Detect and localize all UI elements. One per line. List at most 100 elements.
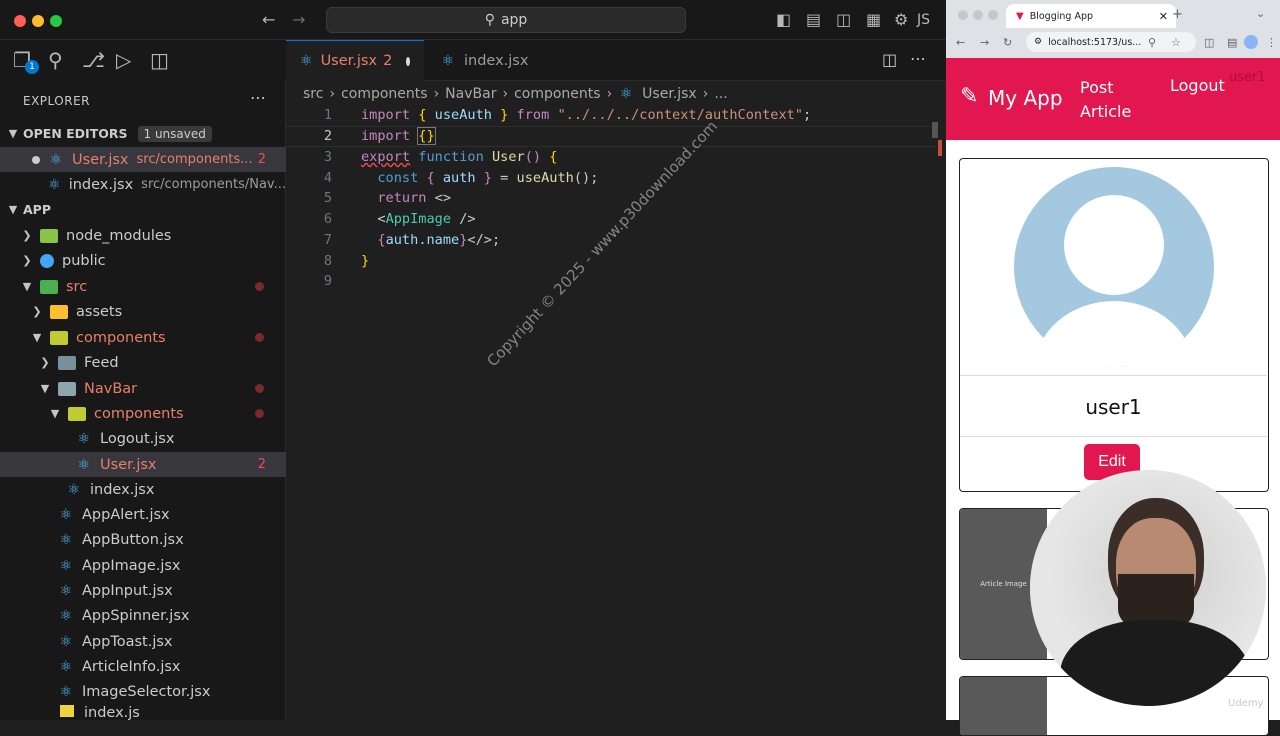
folder-header[interactable]: ▼ APP	[0, 197, 286, 222]
tree-item-src[interactable]: ▼ src	[0, 274, 286, 299]
profile-avatar[interactable]	[1244, 35, 1258, 49]
toggle-sidebar-icon[interactable]: ◧	[776, 10, 791, 29]
tree-item-user[interactable]: ⚛ User.jsx 2	[0, 452, 286, 477]
toggle-secondary-sidebar-icon[interactable]: ◫	[836, 10, 851, 29]
tree-item-index-js[interactable]: index.js	[0, 705, 286, 720]
tree-item-public[interactable]: ❯ public	[0, 248, 286, 273]
split-editor-icon[interactable]: ◫	[882, 50, 897, 69]
code-token: auth	[442, 170, 476, 186]
search-icon[interactable]: ⚲	[48, 48, 63, 72]
tree-item-appspinner[interactable]: ⚛ AppSpinner.jsx	[0, 603, 286, 628]
zoom-icon[interactable]: ⚲	[1148, 36, 1156, 49]
more-actions-icon[interactable]: ⋯	[250, 88, 266, 107]
tree-item-feed[interactable]: ❯ Feed	[0, 350, 286, 375]
favicon-icon: ▼	[1016, 10, 1024, 22]
tree-item-assets[interactable]: ❯ assets	[0, 299, 286, 324]
user-link[interactable]: user1	[1229, 70, 1266, 85]
gear-icon[interactable]: ⚙	[894, 10, 908, 29]
tree-item-appinput[interactable]: ⚛ AppInput.jsx	[0, 578, 286, 603]
bookmark-star-icon[interactable]: ☆	[1171, 36, 1181, 49]
chevron-down-icon[interactable]: ⌄	[1256, 7, 1265, 20]
tree-item-articleinfo[interactable]: ⚛ ArticleInfo.jsx	[0, 654, 286, 679]
file-path: src/components/Nav...	[141, 177, 286, 192]
file-name: index.jsx	[68, 176, 134, 193]
tree-label: index.js	[84, 705, 140, 720]
breadcrumb-item[interactable]: NavBar	[445, 86, 496, 102]
breadcrumb-item[interactable]: User.jsx	[642, 86, 697, 102]
line-number: 1	[323, 107, 332, 123]
logout-link[interactable]: Logout	[1170, 76, 1225, 95]
code-token: ();	[573, 170, 599, 186]
code-line-4: const { auth } = useAuth();	[361, 170, 598, 186]
extensions-icon[interactable]: ◫	[150, 48, 169, 72]
toggle-panel-icon[interactable]: ▤	[806, 10, 821, 29]
react-icon: ⚛	[59, 582, 73, 599]
react-icon: ⚛	[77, 456, 91, 473]
menu-icon[interactable]: ⋮	[1266, 36, 1277, 49]
open-editor-user[interactable]: ⚛ User.jsx src/components... 2	[0, 147, 286, 172]
tree-item-logout[interactable]: ⚛ Logout.jsx	[0, 426, 286, 451]
code-token: <	[377, 211, 386, 227]
scrollbar-thumb[interactable]	[932, 122, 938, 138]
folder-icon	[50, 304, 68, 319]
unsaved-dot-icon[interactable]	[406, 56, 410, 66]
close-tab-icon[interactable]: ✕	[1159, 10, 1168, 23]
new-tab-icon[interactable]: +	[1172, 7, 1183, 22]
close-window-button[interactable]	[14, 15, 26, 27]
chevron-right-icon: ›	[502, 86, 509, 102]
browser-tab[interactable]: ▼ Blogging App ✕	[1006, 4, 1176, 28]
folder-icon	[68, 406, 86, 421]
open-editor-index[interactable]: ⚛ index.jsx src/components/Nav...	[0, 172, 286, 197]
split-view-icon[interactable]: ▤	[1227, 36, 1237, 49]
tree-label: AppImage.jsx	[82, 557, 181, 574]
post-article-link[interactable]: Post Article	[1080, 76, 1140, 124]
code-editor[interactable]: 1 2 3 4 5 6 7 8 9 import { useAuth } fro…	[286, 104, 946, 720]
tree-item-imageselector[interactable]: ⚛ ImageSelector.jsx	[0, 679, 286, 704]
back-arrow-icon[interactable]: ←	[956, 36, 965, 49]
maximize-window-button[interactable]	[50, 15, 62, 27]
tab-user-jsx[interactable]: ⚛ User.jsx 2	[286, 40, 424, 81]
source-control-icon[interactable]: ⎇	[82, 48, 105, 72]
chevron-right-icon: ❯	[22, 229, 32, 242]
person-shirt-shape	[1060, 620, 1250, 706]
minimize-window-button[interactable]	[32, 15, 44, 27]
brand-link[interactable]: My App	[988, 86, 1063, 110]
chevron-down-icon: ▼	[40, 382, 50, 395]
tree-item-appimage[interactable]: ⚛ AppImage.jsx	[0, 553, 286, 578]
breadcrumb-item[interactable]: components	[341, 86, 428, 102]
extensions-icon[interactable]: ◫	[1204, 36, 1214, 49]
tree-item-apptoast[interactable]: ⚛ AppToast.jsx	[0, 629, 286, 654]
tree-item-nav-index[interactable]: ⚛ index.jsx	[0, 477, 286, 502]
tree-item-appbutton[interactable]: ⚛ AppButton.jsx	[0, 527, 286, 552]
code-token: AppImage	[385, 211, 452, 227]
code-token: .name	[418, 232, 460, 248]
customize-layout-icon[interactable]: ▦	[866, 10, 881, 29]
username-label: user1	[1085, 395, 1142, 419]
tree-item-components[interactable]: ▼ components	[0, 325, 286, 350]
editor-tabs: ⚛ User.jsx 2 ⚛ index.jsx ◫ ⋯	[286, 40, 946, 81]
code-line-3: export function User() {	[361, 149, 557, 165]
reload-icon[interactable]: ↻	[1003, 36, 1012, 49]
breadcrumb-item[interactable]: ...	[714, 86, 727, 102]
unsaved-badge: 1 unsaved	[137, 125, 212, 142]
unsaved-dot-icon	[32, 155, 40, 164]
minimize-window-button[interactable]	[973, 10, 983, 20]
tree-item-appalert[interactable]: ⚛ AppAlert.jsx	[0, 502, 286, 527]
tab-index-jsx[interactable]: ⚛ index.jsx	[426, 40, 542, 81]
back-arrow-icon[interactable]: ←	[262, 10, 275, 29]
open-editors-header[interactable]: ▼ OPEN EDITORS 1 unsaved	[0, 121, 286, 146]
more-actions-icon[interactable]: ⋯	[910, 49, 926, 68]
forward-arrow-icon[interactable]: →	[980, 36, 989, 49]
maximize-window-button[interactable]	[988, 10, 998, 20]
breadcrumb-item[interactable]: components	[514, 86, 601, 102]
tree-item-navbar[interactable]: ▼ NavBar	[0, 376, 286, 401]
tree-item-nav-components[interactable]: ▼ components	[0, 401, 286, 426]
run-debug-icon[interactable]: ▷	[116, 48, 131, 72]
command-center[interactable]: ⚲ app	[326, 7, 686, 33]
close-window-button[interactable]	[958, 10, 968, 20]
chevron-right-icon: ❯	[32, 305, 42, 318]
breadcrumb-item[interactable]: src	[303, 86, 323, 102]
tree-item-node-modules[interactable]: ❯ node_modules	[0, 223, 286, 248]
code-token: import	[361, 128, 411, 144]
forward-arrow-icon[interactable]: →	[292, 10, 305, 29]
